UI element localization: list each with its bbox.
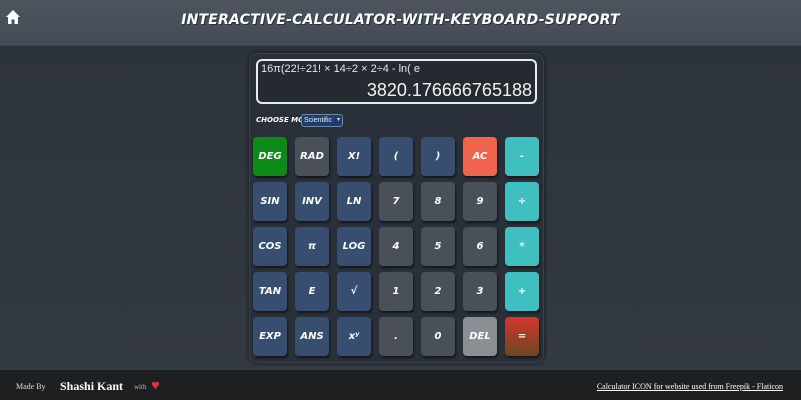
digit-3-button[interactable]: 3 (463, 272, 497, 311)
result-text: 3820.176666765188 (366, 80, 532, 100)
mode-select[interactable]: Scientific ▾ (301, 114, 343, 127)
pi-button[interactable]: π (295, 227, 329, 266)
with-label: with (134, 383, 147, 391)
made-by-label: Made By (16, 382, 46, 391)
power-button[interactable]: xʸ (337, 317, 371, 356)
close-paren-button[interactable]: ) (421, 137, 455, 176)
digit-4-button[interactable]: 4 (379, 227, 413, 266)
calculator-display: 16π(22!÷21! × 14÷2 × 2÷4 - ln( e 3820.17… (256, 59, 537, 104)
exp-button[interactable]: EXP (253, 317, 287, 356)
answer-button[interactable]: ANS (295, 317, 329, 356)
deg-button[interactable]: DEG (253, 137, 287, 176)
equals-button[interactable]: = (505, 317, 539, 356)
digit-6-button[interactable]: 6 (463, 227, 497, 266)
chevron-down-icon: ▾ (336, 117, 340, 123)
page-title: Interactive-Calculator-with-Keyboard-Sup… (181, 12, 620, 28)
expression-text: 16π(22!÷21! × 14÷2 × 2÷4 - ln( e (261, 63, 421, 75)
delete-button[interactable]: DEL (463, 317, 497, 356)
digit-9-button[interactable]: 9 (463, 182, 497, 221)
digit-1-button[interactable]: 1 (379, 272, 413, 311)
decimal-button[interactable]: . (379, 317, 413, 356)
log-button[interactable]: LOG (337, 227, 371, 266)
ln-button[interactable]: LN (337, 182, 371, 221)
open-paren-button[interactable]: ( (379, 137, 413, 176)
cos-button[interactable]: COS (253, 227, 287, 266)
tan-button[interactable]: TAN (253, 272, 287, 311)
divide-button[interactable]: ÷ (505, 182, 539, 221)
sin-button[interactable]: SIN (253, 182, 287, 221)
icon-credit-link[interactable]: Calculator ICON for website used from Fr… (597, 382, 783, 391)
euler-button[interactable]: E (295, 272, 329, 311)
author-name: Shashi Kant (60, 379, 124, 393)
sqrt-button[interactable]: √ (337, 272, 371, 311)
digit-8-button[interactable]: 8 (421, 182, 455, 221)
digit-7-button[interactable]: 7 (379, 182, 413, 221)
footer: Made By Shashi Kant with ♥ Calculator IC… (0, 370, 801, 400)
digit-0-button[interactable]: 0 (421, 317, 455, 356)
rad-button[interactable]: RAD (295, 137, 329, 176)
mode-selected-value: Scientific (304, 117, 333, 124)
minus-button[interactable]: - (505, 137, 539, 176)
calculator: 16π(22!÷21! × 14÷2 × 2÷4 - ln( e 3820.17… (249, 53, 544, 363)
heart-icon: ♥ (151, 381, 160, 392)
digit-2-button[interactable]: 2 (421, 272, 455, 311)
all-clear-button[interactable]: AC (463, 137, 497, 176)
digit-5-button[interactable]: 5 (421, 227, 455, 266)
factorial-button[interactable]: X! (337, 137, 371, 176)
inverse-button[interactable]: INV (295, 182, 329, 221)
multiply-button[interactable]: * (505, 227, 539, 266)
plus-button[interactable]: + (505, 272, 539, 311)
header-bar: Interactive-Calculator-with-Keyboard-Sup… (0, 0, 801, 46)
